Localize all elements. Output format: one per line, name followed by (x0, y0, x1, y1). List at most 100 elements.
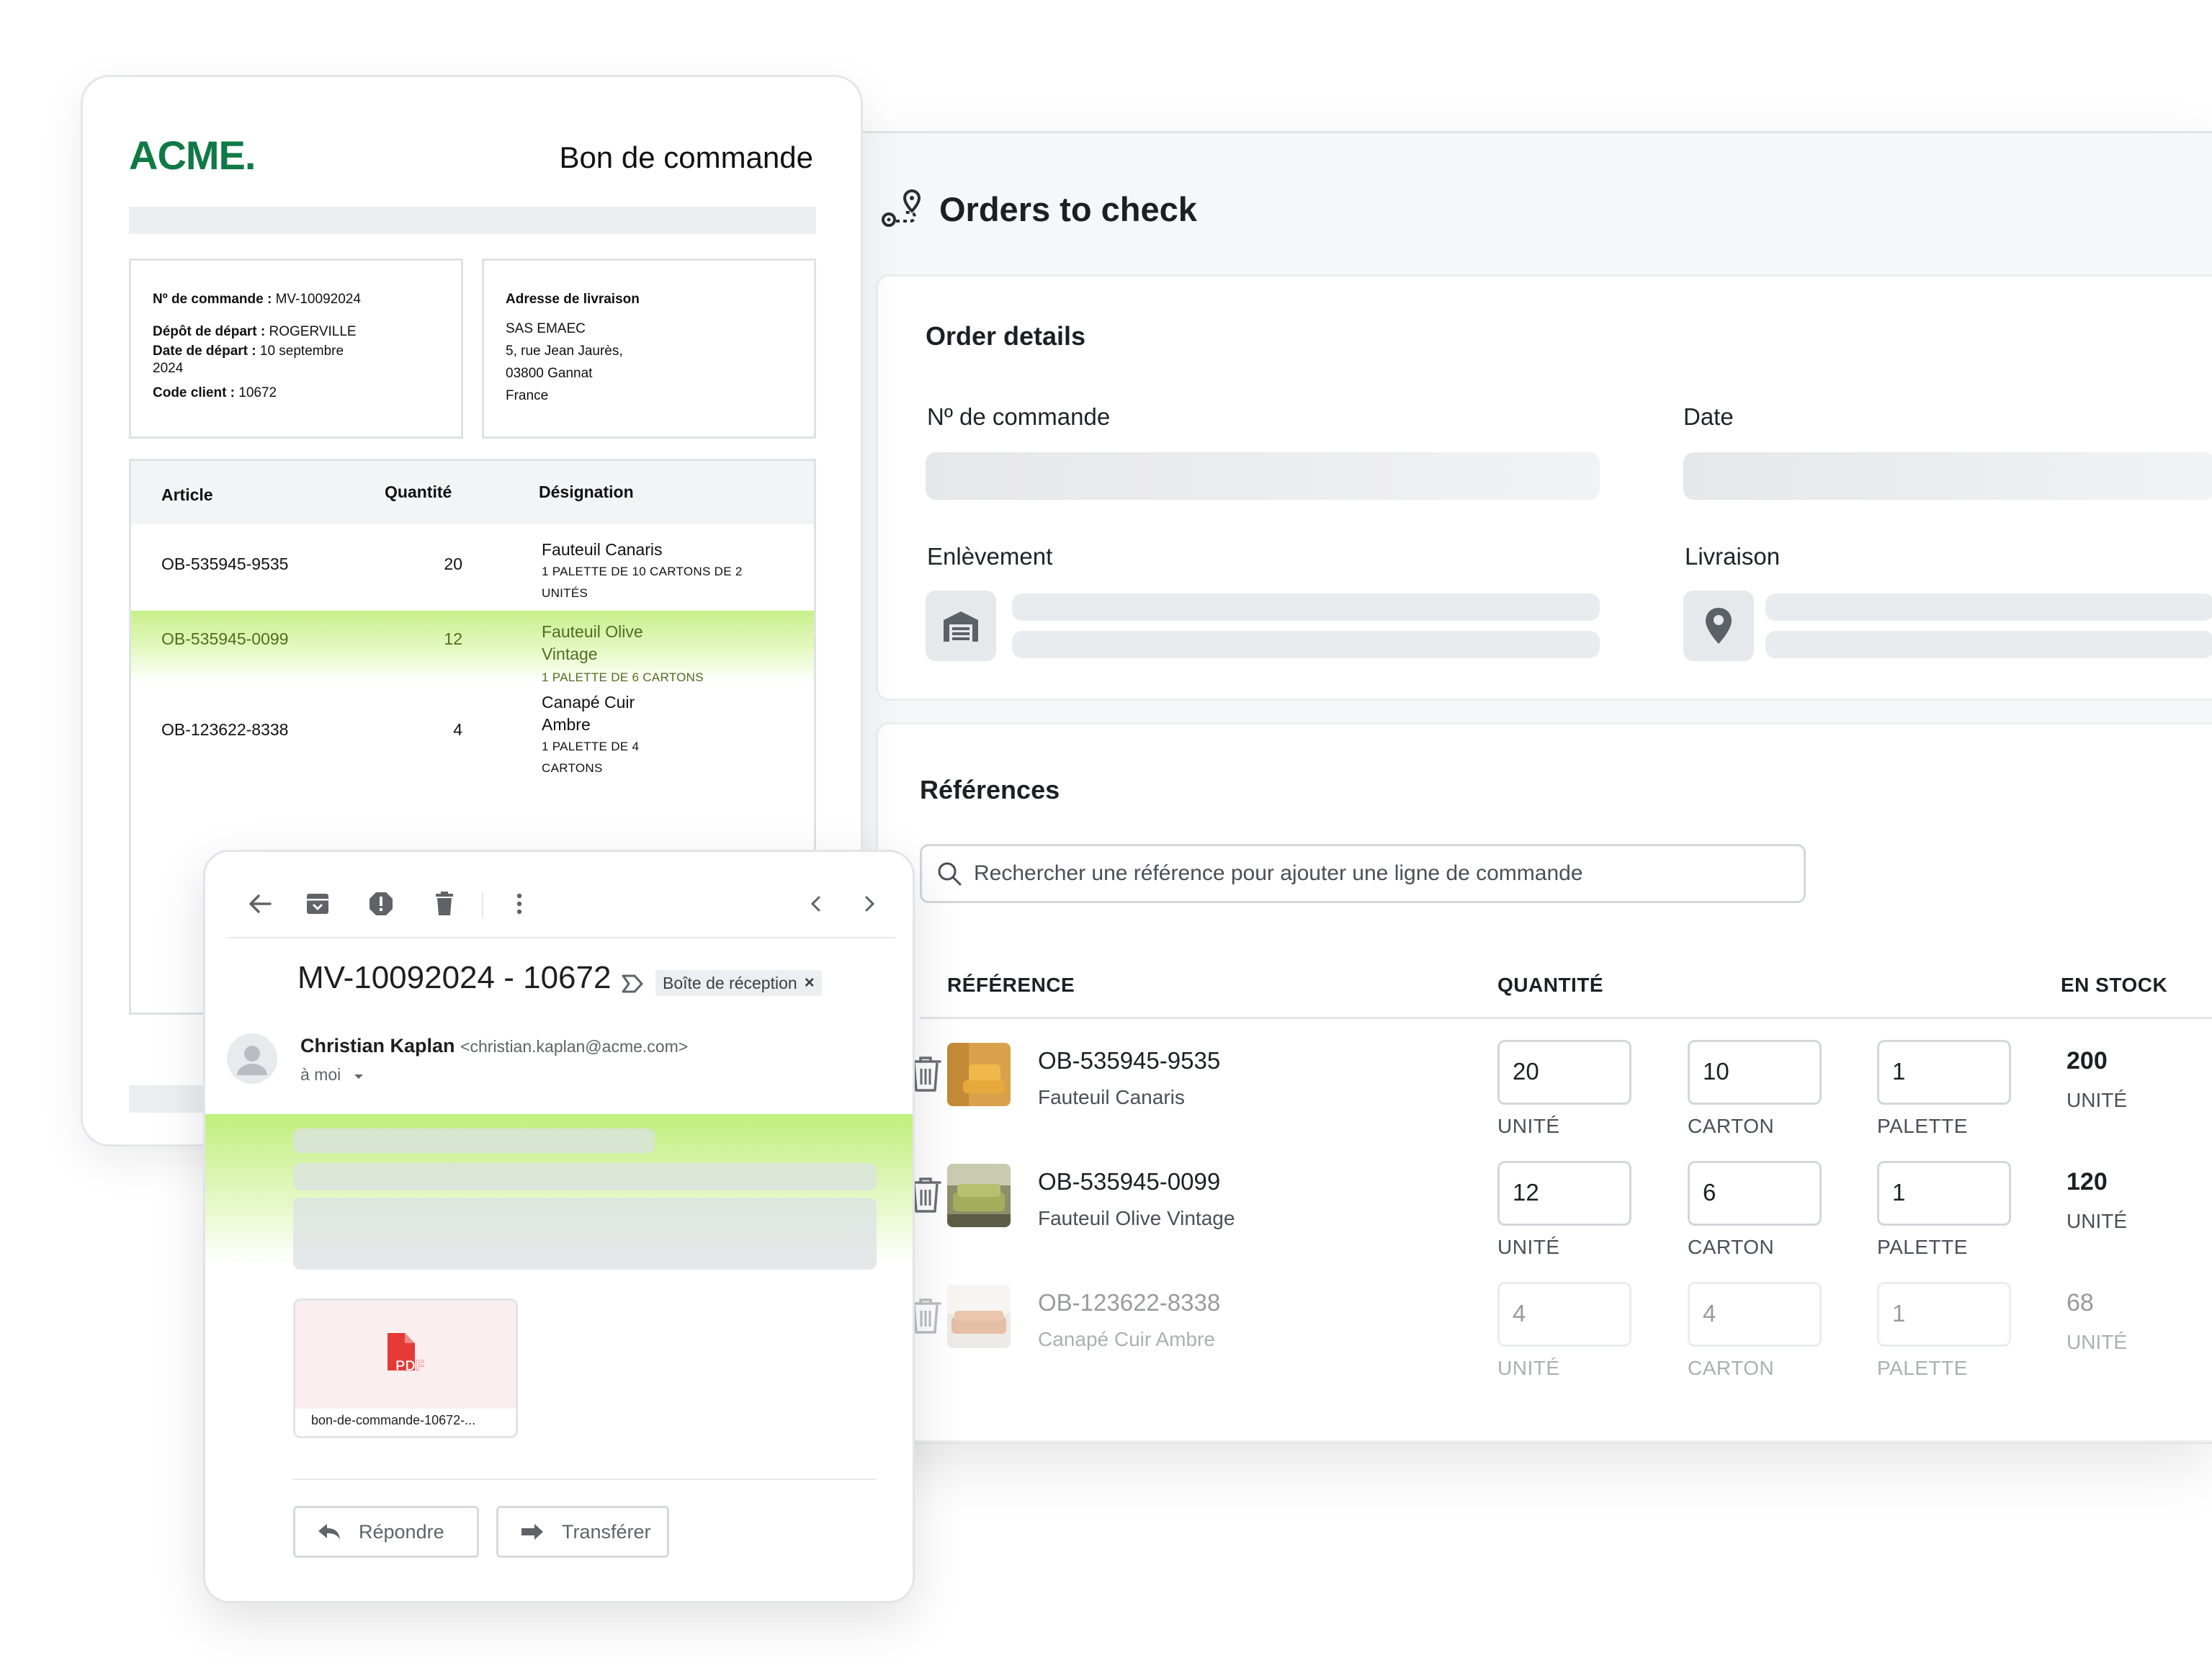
carton-label: CARTON (1688, 1236, 1775, 1258)
order-details-title: Order details (926, 321, 1086, 351)
orders-app-panel: Orders to check Order details Nº de comm… (861, 131, 2212, 1444)
email-body-line (293, 1129, 655, 1153)
column-header-stock: EN STOCK (2061, 974, 2168, 996)
inbox-label-chip[interactable]: Boîte de réception × (655, 970, 822, 996)
quantity-unit-input[interactable]: 4 (1497, 1282, 1631, 1347)
delete-icon[interactable] (430, 889, 459, 918)
departure-date-line: Date de départ : 10 septembre 2024 (153, 344, 344, 376)
app-header: Orders to check (880, 184, 1197, 234)
designation-header: Désignation (539, 483, 634, 501)
forward-button[interactable]: Transférer (496, 1506, 669, 1558)
delivery-address-box: Adresse de livraison SAS EMAEC 5, rue Je… (482, 259, 816, 439)
remove-label-icon[interactable]: × (805, 973, 815, 993)
delivery-label: Livraison (1685, 543, 1781, 570)
quantity-palette-input[interactable]: 1 (1877, 1161, 2011, 1226)
quantity-carton-input[interactable]: 6 (1688, 1161, 1822, 1226)
reply-label: Répondre (359, 1520, 444, 1543)
attachment-filename: bon-de-commande-10672-... (311, 1413, 476, 1427)
pdf-badge: PDF (395, 1358, 424, 1374)
back-arrow-icon[interactable] (246, 889, 274, 918)
pdf-attachment[interactable]: PDF bon-de-commande-10672-... (293, 1298, 518, 1438)
reply-arrow-icon (318, 1524, 340, 1540)
order-number-field[interactable] (926, 452, 1600, 500)
reply-button[interactable]: Répondre (293, 1506, 479, 1558)
address-line-1: SAS EMAEC (506, 321, 586, 336)
carton-label: CARTON (1688, 1357, 1775, 1379)
column-header-reference: RÉFÉRENCE (947, 974, 1075, 996)
table-header-divider (920, 1017, 2212, 1019)
article-designation-detail: 1 PALETTE DE 6 CARTONS (542, 670, 704, 684)
order-number-label: Nº de commande (927, 403, 1111, 430)
more-options-icon[interactable] (505, 889, 534, 918)
warehouse-icon (944, 611, 978, 642)
search-placeholder: Rechercher une référence pour ajouter un… (974, 861, 1583, 885)
client-code-line: Code client : 10672 (153, 385, 277, 400)
article-header: Article (161, 485, 213, 504)
unit-label: UNITÉ (1497, 1357, 1560, 1379)
reference-name: Fauteuil Canaris (1038, 1086, 1185, 1108)
recipient-line[interactable]: à moi (300, 1065, 364, 1085)
recipient-text: à moi (300, 1065, 341, 1084)
document-header-bar (129, 207, 816, 234)
acme-logo: ACME. (129, 133, 256, 178)
reference-name: Canapé Cuir Ambre (1038, 1328, 1215, 1350)
stock-value: 68 (2067, 1289, 2094, 1316)
order-info-box: Nº de commande : MV-10092024 Dépôt de dé… (129, 259, 463, 439)
pickup-line-1 (1012, 593, 1600, 621)
address-line-2: 5, rue Jean Jaurès, (506, 344, 623, 359)
column-header-quantity: QUANTITÉ (1497, 974, 1604, 996)
sender: Christian Kaplan <christian.kaplan@acme.… (300, 1035, 688, 1057)
carton-label: CARTON (1688, 1115, 1775, 1137)
table-row: OB-123622-8338 Canapé Cuir Ambre 4 UNITÉ… (878, 1262, 2212, 1379)
attachment-preview: PDF (295, 1301, 516, 1409)
document-title: Bon de commande (559, 140, 813, 174)
document-row-highlighted: OB-535945-0099 12 Fauteuil Olive Vintage… (131, 611, 814, 684)
references-title: Références (920, 775, 1060, 804)
quantity-palette-input[interactable]: 1 (1877, 1040, 2011, 1105)
product-thumbnail-sofa-amber (947, 1285, 1011, 1348)
page-title: Orders to check (939, 189, 1197, 228)
chevron-right-icon[interactable] (855, 889, 884, 918)
article-quantity: 4 (453, 720, 462, 739)
avatar (227, 1033, 277, 1084)
document-table-header: Article Quantité Désignation (131, 461, 814, 524)
article-code: OB-535945-9535 (161, 555, 289, 573)
table-row: OB-535945-0099 Fauteuil Olive Vintage 12… (878, 1141, 2212, 1258)
document-row: OB-535945-9535 20 Fauteuil Canaris 1 PAL… (131, 539, 814, 618)
important-marker-icon[interactable] (620, 973, 645, 995)
user-avatar-icon (237, 1046, 267, 1075)
unit-label: UNITÉ (1497, 1236, 1560, 1258)
quantity-unit-input[interactable]: 20 (1497, 1040, 1631, 1105)
search-icon (938, 862, 962, 886)
date-field[interactable] (1683, 452, 2212, 500)
pdf-file-icon: PDF (388, 1333, 424, 1374)
chevron-left-icon[interactable] (802, 889, 830, 918)
sender-name: Christian Kaplan (300, 1035, 455, 1056)
location-pin-icon (1706, 608, 1732, 644)
caret-down-icon (354, 1074, 363, 1079)
order-number-line: Nº de commande : MV-10092024 (153, 292, 361, 307)
palette-label: PALETTE (1877, 1357, 1968, 1379)
email-body-block (293, 1198, 877, 1270)
quantity-palette-input[interactable]: 1 (1877, 1282, 2011, 1347)
address-line-4: France (506, 388, 549, 403)
date-label: Date (1683, 403, 1734, 430)
route-icon (882, 189, 921, 227)
quantity-unit-input[interactable]: 12 (1497, 1161, 1631, 1226)
quantity-carton-input[interactable]: 10 (1688, 1040, 1822, 1105)
document-row: OB-123622-8338 4 Canapé Cuir Ambre 1 PAL… (131, 691, 814, 778)
table-row: OB-535945-9535 Fauteuil Canaris 20 UNITÉ… (878, 1020, 2212, 1137)
report-spam-icon[interactable] (367, 889, 395, 918)
order-details-card: Order details Nº de commande Date Enlève… (876, 274, 2212, 701)
palette-label: PALETTE (1877, 1115, 1968, 1137)
forward-arrow-icon (521, 1524, 543, 1540)
article-designation: Fauteuil Olive Vintage (542, 622, 643, 663)
email-window: MV-10092024 - 10672 Boîte de réception ×… (203, 850, 915, 1603)
quantity-carton-input[interactable]: 4 (1688, 1282, 1822, 1347)
article-quantity: 20 (444, 555, 462, 573)
archive-icon[interactable] (303, 889, 332, 918)
toolbar-separator (482, 892, 483, 917)
reference-search-input[interactable]: Rechercher une référence pour ajouter un… (920, 844, 1806, 903)
forward-label: Transférer (562, 1520, 651, 1543)
email-body-line (293, 1163, 877, 1190)
